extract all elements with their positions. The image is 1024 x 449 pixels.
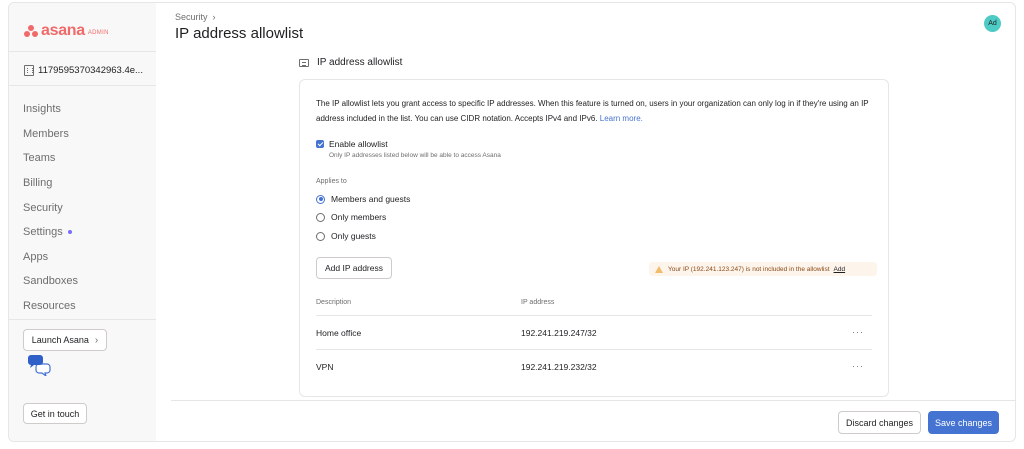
chevron-right-icon: › [212,12,216,22]
row-description: VPN [316,362,334,372]
section-title: IP address allowlist [317,57,403,68]
asana-logo-icon [24,25,38,37]
sidebar-item-label: Security [23,201,63,214]
radio-button-selected[interactable] [316,194,325,204]
launch-asana-button[interactable]: Launch Asana › [23,329,107,351]
sidebar-item-label: Members [23,127,69,140]
get-in-touch-button[interactable]: Get in touch [23,403,87,424]
radio-label: Members and guests [331,194,411,204]
building-icon [24,65,34,76]
radio-label: Only guests [331,231,376,241]
more-options-icon[interactable]: ··· [852,361,864,371]
launch-asana-label: Launch Asana [31,335,89,345]
sidebar-item-label: Billing [23,177,53,190]
discard-changes-button[interactable]: Discard changes [838,411,921,434]
divider [9,85,156,86]
warning-add-link[interactable]: Add [834,266,846,273]
radio-button[interactable] [316,212,325,222]
divider [9,51,156,52]
sidebar-item-settings[interactable]: Settings [23,220,78,245]
save-changes-label: Save changes [934,417,993,428]
more-options-icon[interactable]: ··· [852,327,864,337]
sidebar-item-apps[interactable]: Apps [23,245,78,270]
section-description: The IP allowlist lets you grant access t… [316,97,876,126]
sidebar-item-members[interactable]: Members [23,122,78,147]
add-ip-address-label: Add IP address [325,263,383,273]
asana-logo[interactable]: asana ADMIN [24,22,109,40]
row-ip-address: 192.241.219.247/32 [521,328,597,338]
org-name: 1179595370342963.4e... [38,65,143,76]
warning-text: Your IP (192.241.123.247) is not include… [668,265,830,273]
row-divider [316,315,872,316]
sidebar-item-label: Settings [23,226,63,239]
sidebar-item-sandboxes[interactable]: Sandboxes [23,269,78,294]
radio-button[interactable] [316,231,325,241]
enable-allowlist-checkbox-row[interactable]: Enable allowlist [316,139,388,149]
radio-only-guests[interactable]: Only guests [316,231,376,241]
section-header: IP address allowlist [299,57,402,68]
sidebar-item-label: Teams [23,152,56,165]
sidebar: asana ADMIN 1179595370342963.4e... Insig… [9,3,156,441]
card-icon [299,58,309,67]
radio-only-members[interactable]: Only members [316,212,386,222]
sidebar-nav: Insights Members Teams Billing Security … [23,97,78,318]
sidebar-item-label: Sandboxes [23,275,79,288]
sidebar-item-label: Resources [23,300,76,313]
sidebar-item-insights[interactable]: Insights [23,97,78,122]
radio-label: Only members [331,212,387,222]
enable-allowlist-label: Enable allowlist [329,139,388,149]
enable-allowlist-checkbox[interactable] [316,140,324,148]
row-divider [316,349,872,350]
row-description: Home office [316,328,362,338]
column-header-description: Description [316,299,352,306]
chevron-right-icon: › [94,334,99,346]
sidebar-item-label: Apps [23,250,49,263]
applies-to-label: Applies to [316,178,347,185]
row-ip-address: 192.241.219.232/32 [521,362,597,372]
org-switcher[interactable]: 1179595370342963.4e... [24,65,143,76]
sidebar-item-resources[interactable]: Resources [23,294,78,319]
discard-changes-label: Discard changes [845,417,914,428]
breadcrumb: Security › [175,12,216,22]
ip-warning-banner: Your IP (192.241.123.247) is not include… [649,262,877,276]
logo-admin-badge: ADMIN [87,29,109,36]
warning-icon [655,265,663,273]
notification-dot [67,230,72,235]
enable-allowlist-help: Only IP addresses listed below will be a… [329,152,501,159]
save-changes-button[interactable]: Save changes [928,411,999,434]
footer-divider [171,400,1015,401]
breadcrumb-security-link[interactable]: Security [175,12,208,22]
page-title: IP address allowlist [175,25,304,42]
radio-members-and-guests[interactable]: Members and guests [316,194,410,204]
sidebar-item-security[interactable]: Security [23,195,78,220]
divider [9,319,156,320]
sidebar-item-label: Insights [23,103,61,116]
sidebar-item-teams[interactable]: Teams [23,146,78,171]
logo-text: asana [41,22,85,39]
column-header-ip-address: IP address [521,299,555,306]
app-window: asana ADMIN 1179595370342963.4e... Insig… [8,2,1016,442]
avatar[interactable]: Ad [984,15,1001,32]
add-ip-address-button[interactable]: Add IP address [316,257,392,279]
get-in-touch-label: Get in touch [30,408,80,419]
sidebar-item-billing[interactable]: Billing [23,171,78,196]
learn-more-link[interactable]: Learn more. [600,114,643,123]
allowlist-card: The IP allowlist lets you grant access t… [299,79,889,397]
description-text: The IP allowlist lets you grant access t… [316,99,869,123]
chat-bubbles-icon[interactable] [27,354,51,376]
